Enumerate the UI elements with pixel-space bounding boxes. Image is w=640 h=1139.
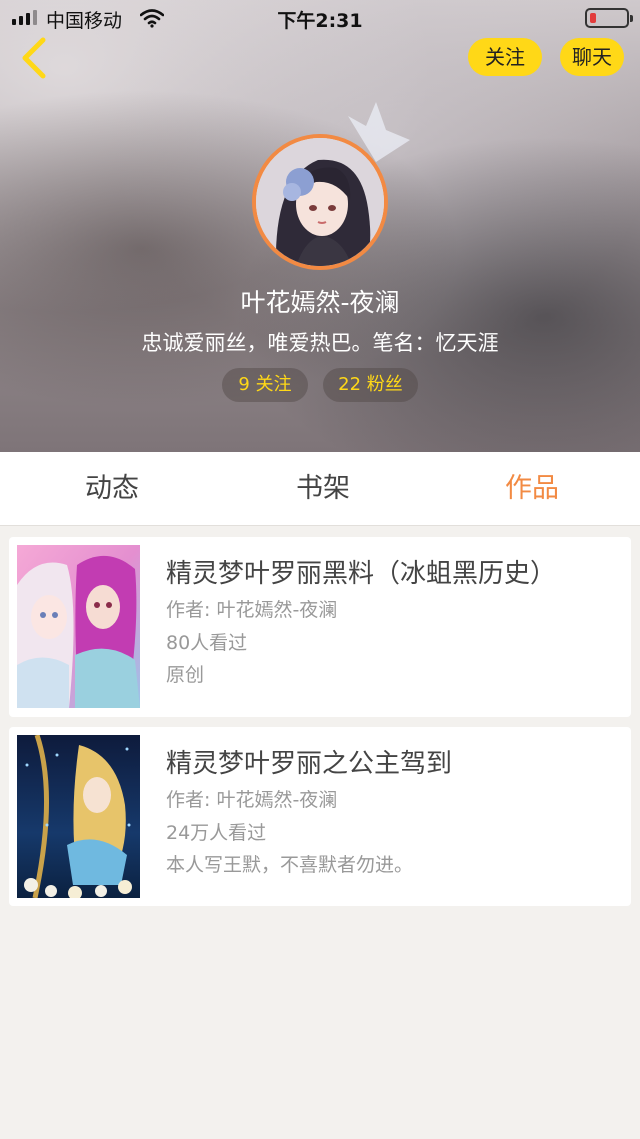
chat-button[interactable]: 聊天 <box>560 38 624 76</box>
work-views: 80人看过 <box>166 632 248 654</box>
status-time: 下午2:31 <box>277 10 363 32</box>
work-cover-image <box>17 735 140 898</box>
follow-button[interactable]: 关注 <box>468 38 542 76</box>
tab-dynamics[interactable]: 动态 <box>32 452 192 526</box>
battery-icon <box>585 8 633 28</box>
tab-bookshelf[interactable]: 书架 <box>243 452 403 526</box>
work-author: 作者: 叶花嫣然-夜澜 <box>166 599 338 621</box>
work-list-item[interactable]: 精灵梦叶罗丽黑料（冰蛆黑历史） 作者: 叶花嫣然-夜澜 80人看过 原创 <box>9 537 631 717</box>
work-tag: 原创 <box>166 664 205 686</box>
following-count-badge[interactable]: 9 关注 <box>222 368 308 402</box>
back-button[interactable] <box>12 36 56 80</box>
fans-count-badge[interactable]: 22 粉丝 <box>323 368 418 402</box>
avatar[interactable] <box>252 134 388 270</box>
work-list-item[interactable]: 精灵梦叶罗丽之公主驾到 作者: 叶花嫣然-夜澜 24万人看过 本人写王默，不喜默… <box>9 727 631 906</box>
user-name: 叶花嫣然-夜澜 <box>240 288 400 317</box>
work-tag: 本人写王默，不喜默者勿进。 <box>166 854 414 876</box>
user-bio: 忠诚爱丽丝，唯爱热巴。笔名：忆天涯 <box>141 331 499 355</box>
profile-header: 中国移动 下午2:31 关注 聊天 叶花嫣然-夜澜 忠诚爱丽丝，唯爱热巴。笔名：… <box>0 0 640 452</box>
work-cover-image <box>17 545 140 708</box>
work-title: 精灵梦叶罗丽黑料（冰蛆黑历史） <box>166 559 557 589</box>
status-bar: 中国移动 下午2:31 <box>0 0 640 36</box>
tab-works[interactable]: 作品 <box>452 452 612 526</box>
work-author: 作者: 叶花嫣然-夜澜 <box>166 789 338 811</box>
back-arrow-icon <box>22 37 46 79</box>
work-views: 24万人看过 <box>166 822 267 844</box>
work-title: 精灵梦叶罗丽之公主驾到 <box>166 749 453 779</box>
tab-bar: 动态 书架 作品 <box>0 452 640 526</box>
